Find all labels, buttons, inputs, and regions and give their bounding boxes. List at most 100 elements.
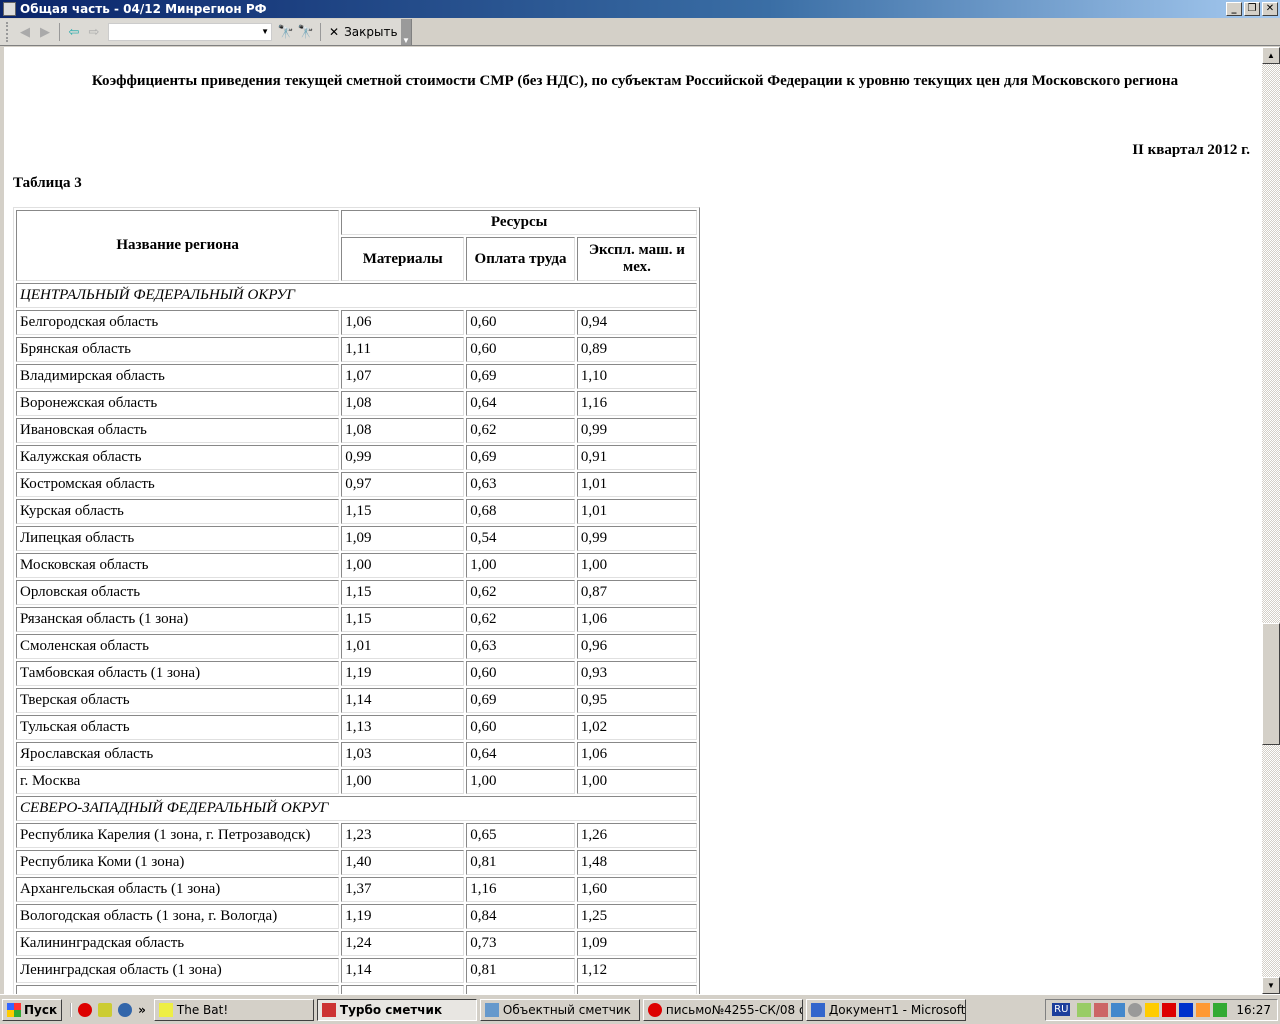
- materials-value: 1,23: [341, 823, 465, 848]
- tray-icon-volume[interactable]: [1128, 1002, 1143, 1017]
- clock: 16:27: [1236, 1002, 1271, 1017]
- history-forward-icon[interactable]: ⇨: [84, 22, 104, 42]
- machines-value: 1,16: [576, 391, 697, 416]
- back-icon[interactable]: ◀: [15, 22, 35, 42]
- task-label: письмо№4255-СК/08 о...: [665, 1002, 803, 1017]
- forward-icon[interactable]: ▶: [35, 22, 55, 42]
- machines-value: 1,01: [576, 472, 697, 497]
- close-label: Закрыть: [344, 24, 398, 39]
- table-row: Тульская область 1,13 0,60 1,02: [16, 715, 697, 740]
- region-name: Вологодская область (1 зона, г. Вологда): [16, 904, 340, 929]
- table-row: Ярославская область 1,03 0,64 1,06: [16, 742, 697, 767]
- region-name: Тульская область: [16, 715, 340, 740]
- machines-value: 1,09: [576, 931, 697, 956]
- icq-icon[interactable]: [98, 1002, 113, 1017]
- labor-value: 0,63: [466, 472, 575, 497]
- tray-icon-play[interactable]: [1179, 1002, 1194, 1017]
- language-indicator[interactable]: RU: [1052, 1003, 1071, 1016]
- tray-icon-computers[interactable]: [1111, 1002, 1126, 1017]
- table-row: Калининградская область 1,24 0,73 1,09: [16, 931, 697, 956]
- table-row: Воронежская область 1,08 0,64 1,16: [16, 391, 697, 416]
- machines-value: 0,95: [576, 688, 697, 713]
- cell: [576, 985, 697, 994]
- task-label: Документ1 - Microsoft ...: [828, 1002, 966, 1017]
- labor-value: 0,62: [466, 607, 575, 632]
- scroll-up-button[interactable]: ▲: [1262, 47, 1280, 64]
- close-icon: ✕: [329, 24, 340, 39]
- machines-value: 1,06: [576, 607, 697, 632]
- header-region: Название региона: [16, 210, 340, 281]
- toolbar: ◀ ▶ ⇦ ⇨ ▼ 🔭 🔭 ✕ Закрыть ▼: [0, 18, 1280, 46]
- restore-button[interactable]: ❐: [1244, 2, 1260, 16]
- machines-value: 0,99: [576, 418, 697, 443]
- tray-icon-notes[interactable]: [1077, 1002, 1092, 1017]
- toolbar-grip[interactable]: [6, 21, 9, 42]
- opera-icon[interactable]: [78, 1002, 93, 1017]
- machines-value: 0,94: [576, 310, 697, 335]
- region-name: Белгородская область: [16, 310, 340, 335]
- scroll-down-button[interactable]: ▼: [1262, 977, 1280, 994]
- region-name: Архангельская область (1 зона): [16, 877, 340, 902]
- materials-value: 1,19: [341, 661, 465, 686]
- region-name: Воронежская область: [16, 391, 340, 416]
- more-icon[interactable]: »: [138, 1003, 146, 1017]
- task-turbo-smetchik[interactable]: Турбо сметчик: [316, 998, 477, 1021]
- table-row: Архангельская область (1 зона) 1,37 1,16 1,…: [16, 877, 697, 902]
- chevron-down-icon[interactable]: ▼: [261, 27, 269, 36]
- machines-value: 1,10: [576, 364, 697, 389]
- machines-value: 1,02: [576, 715, 697, 740]
- media-player-icon[interactable]: [118, 1002, 133, 1017]
- materials-value: 1,13: [341, 715, 465, 740]
- machines-value: 1,00: [576, 553, 697, 578]
- tray-icon-warning[interactable]: [1145, 1002, 1160, 1017]
- table-row: Курская область 1,15 0,68 1,01: [16, 499, 697, 524]
- header-machines: Экспл. маш. и мех.: [576, 237, 697, 281]
- table-row: Тамбовская область (1 зона) 1,19 0,60 0,93: [16, 661, 697, 686]
- labor-value: 0,54: [466, 526, 575, 551]
- find-icon[interactable]: 🔭: [276, 22, 296, 42]
- labor-value: 0,73: [466, 931, 575, 956]
- machines-value: 1,01: [576, 499, 697, 524]
- word-icon: [810, 1002, 825, 1017]
- scrollbar-thumb[interactable]: [1262, 623, 1280, 745]
- system-tray: RU 16:27: [1045, 998, 1278, 1021]
- machines-value: 1,60: [576, 877, 697, 902]
- table-row: Ивановская область 1,08 0,62 0,99: [16, 418, 697, 443]
- region-name: Смоленская область: [16, 634, 340, 659]
- tray-icon-display[interactable]: [1213, 1002, 1228, 1017]
- table-row: Московская область 1,00 1,00 1,00: [16, 553, 697, 578]
- task-opera-letter[interactable]: письмо№4255-СК/08 о...: [642, 998, 803, 1021]
- table-row: Республика Карелия (1 зона, г. Петрозаво…: [16, 823, 697, 848]
- region-name: Калужская область: [16, 445, 340, 470]
- quarter-label: II квартал 2012 г.: [1132, 142, 1250, 158]
- tray-icon-kaspersky[interactable]: [1162, 1002, 1177, 1017]
- task-label: The Bat!: [176, 1002, 229, 1017]
- close-window-button[interactable]: ✕: [1262, 2, 1278, 16]
- region-name: Брянская область: [16, 337, 340, 362]
- section-name: СЕВЕРО-ЗАПАДНЫЙ ФЕДЕРАЛЬНЫЙ ОКРУГ: [16, 796, 697, 821]
- tray-icon-app[interactable]: [1196, 1002, 1211, 1017]
- find-next-icon[interactable]: 🔭: [296, 22, 316, 42]
- materials-value: 1,08: [341, 418, 465, 443]
- vertical-scrollbar[interactable]: ▲ ▼: [1262, 47, 1280, 994]
- table-label: Таблица 3: [13, 175, 82, 191]
- minimize-button[interactable]: _: [1226, 2, 1242, 16]
- machines-value: 0,93: [576, 661, 697, 686]
- section-name: ЦЕНТРАЛЬНЫЙ ФЕДЕРАЛЬНЫЙ ОКРУГ: [16, 283, 697, 308]
- tray-icon-network[interactable]: [1094, 1002, 1109, 1017]
- task-object-smetchik[interactable]: Объектный сметчик: [479, 998, 640, 1021]
- history-back-icon[interactable]: ⇦: [64, 22, 84, 42]
- labor-value: 0,60: [466, 337, 575, 362]
- toolbar-overflow-icon[interactable]: ▼: [401, 18, 411, 45]
- region-name: Рязанская область (1 зона): [16, 607, 340, 632]
- close-doc-button[interactable]: ✕ Закрыть: [325, 25, 402, 39]
- task-the-bat[interactable]: The Bat!: [153, 998, 314, 1021]
- task-word-document[interactable]: Документ1 - Microsoft ...: [805, 998, 966, 1021]
- region-name: Тамбовская область (1 зона): [16, 661, 340, 686]
- region-name: Ярославская область: [16, 742, 340, 767]
- document-view: Коэффициенты приведения текущей сметной …: [0, 47, 1262, 994]
- section-row: СЕВЕРО-ЗАПАДНЫЙ ФЕДЕРАЛЬНЫЙ ОКРУГ: [16, 796, 697, 821]
- start-button[interactable]: Пуск: [2, 998, 63, 1021]
- search-combo[interactable]: ▼: [108, 22, 272, 41]
- header-materials: Материалы: [341, 237, 465, 281]
